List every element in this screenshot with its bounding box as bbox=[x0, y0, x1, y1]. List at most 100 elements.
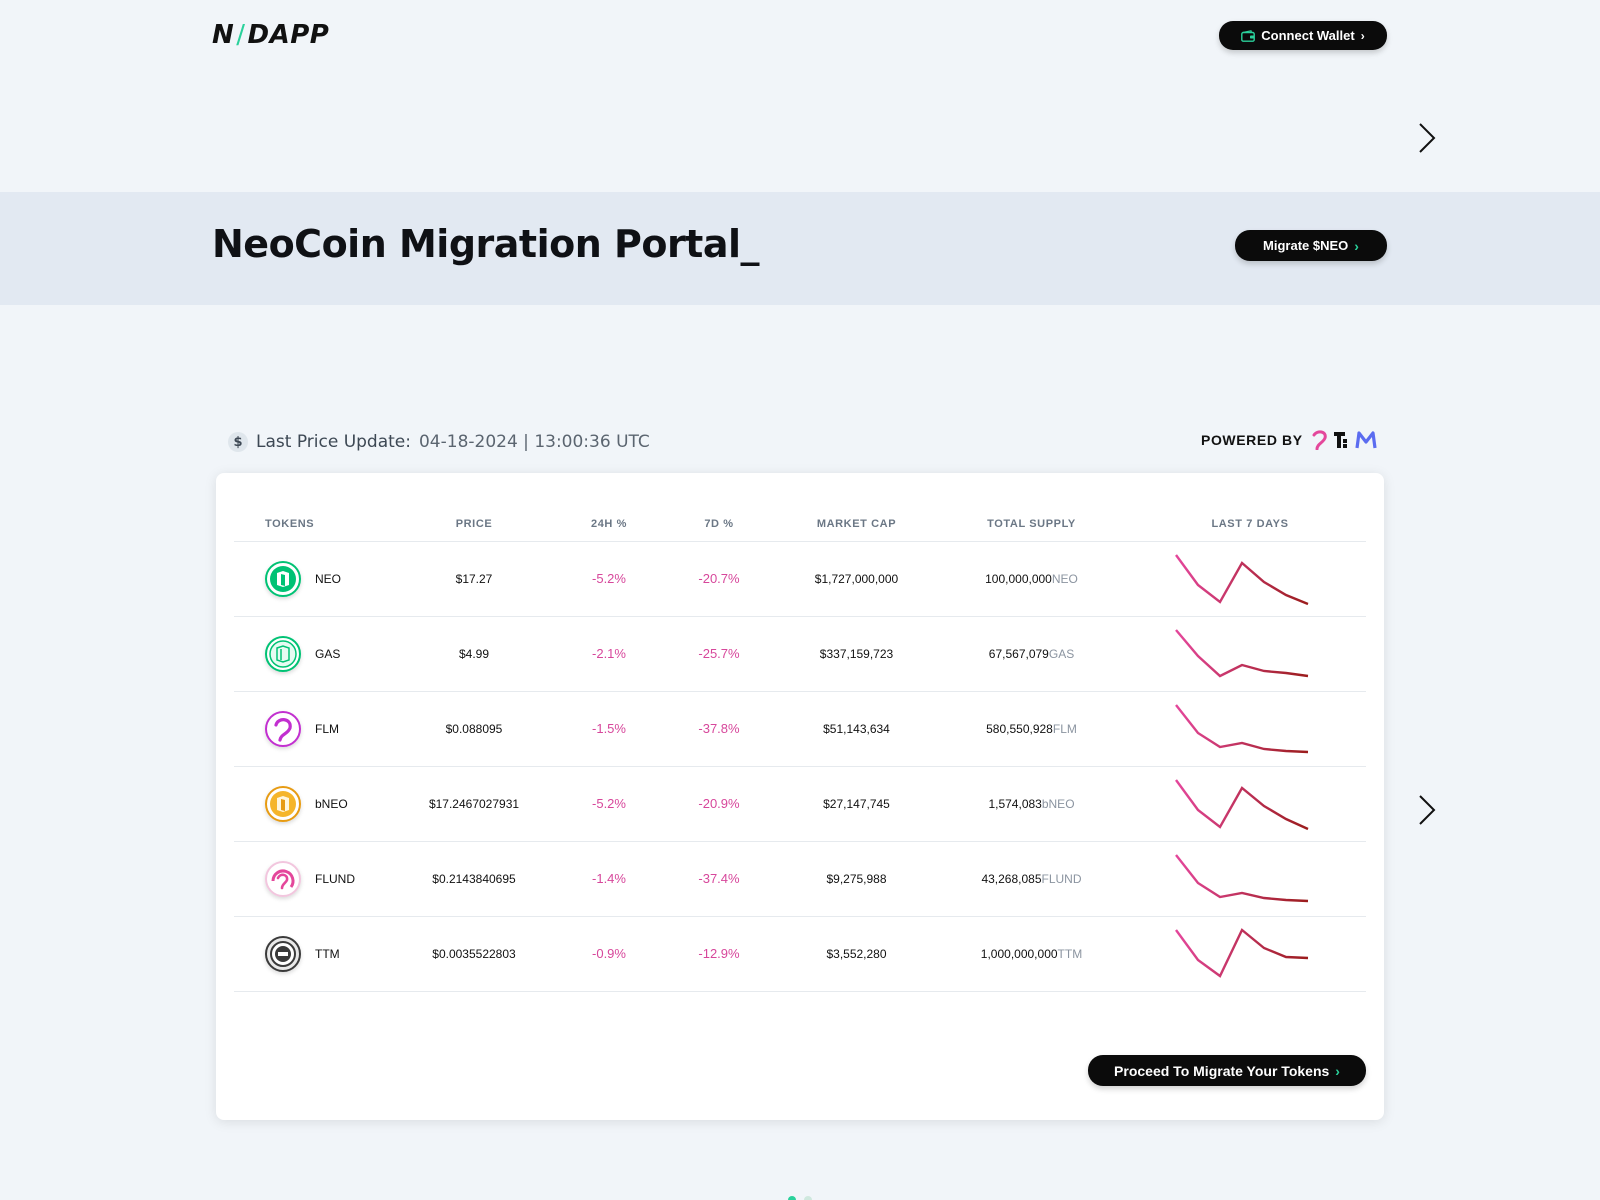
token-name: GAS bbox=[315, 646, 341, 661]
sparkline-chart bbox=[1175, 703, 1309, 753]
table-row[interactable]: bNEO $17.2467027931 -5.2% -20.9% $27,147… bbox=[234, 766, 1366, 842]
column-header-market-cap: MARKET CAP bbox=[784, 507, 929, 542]
sparkline-chart bbox=[1175, 853, 1309, 902]
change-7d: -37.8% bbox=[654, 691, 784, 767]
sparkline-cell bbox=[1134, 616, 1366, 692]
table-row[interactable]: NEO $17.27 -5.2% -20.7% $1,727,000,000 1… bbox=[234, 541, 1366, 617]
sparkline-chart bbox=[1175, 628, 1309, 677]
supply-value: 43,268,085 bbox=[981, 871, 1042, 886]
m-logo-icon bbox=[1355, 431, 1377, 449]
page-title: NeoCoin Migration Portal_ bbox=[212, 222, 760, 266]
last-price-update: $ Last Price Update: 04-18-2024 | 13:00:… bbox=[228, 432, 650, 452]
total-supply: 67,567,079GAS bbox=[929, 616, 1134, 692]
sparkline-cell bbox=[1134, 691, 1366, 767]
market-cap: $51,143,634 bbox=[784, 691, 929, 767]
market-cap: $337,159,723 bbox=[784, 616, 929, 692]
logo-left: N bbox=[212, 20, 235, 50]
column-header-24h: 24H % bbox=[564, 507, 654, 542]
bneo-icon bbox=[265, 785, 301, 822]
neo-icon bbox=[265, 560, 301, 597]
hero-banner: NeoCoin Migration Portal_ Migrate $NEO › bbox=[0, 192, 1600, 305]
change-7d: -12.9% bbox=[654, 916, 784, 992]
table-row[interactable]: FLUND $0.2143840695 -1.4% -37.4% $9,275,… bbox=[234, 841, 1366, 917]
powered-by: POWERED BY bbox=[1201, 430, 1377, 450]
market-cap: $1,727,000,000 bbox=[784, 541, 929, 617]
token-price: $0.088095 bbox=[384, 691, 564, 767]
logo-right: DAPP bbox=[247, 20, 330, 50]
ttm-icon bbox=[265, 935, 301, 972]
supply-unit: bNEO bbox=[1041, 796, 1075, 811]
total-supply: 1,000,000,000TTM bbox=[929, 916, 1134, 992]
sparkline-cell bbox=[1134, 916, 1366, 992]
price-update-label: Last Price Update: bbox=[256, 432, 411, 452]
token-name: FLUND bbox=[315, 871, 356, 886]
carousel-dot-active[interactable] bbox=[788, 1196, 796, 1200]
change-7d: -20.7% bbox=[654, 541, 784, 617]
next-arrow-icon[interactable] bbox=[1414, 118, 1442, 158]
token-name: TTM bbox=[315, 946, 340, 961]
dollar-icon: $ bbox=[228, 432, 248, 452]
market-cap: $27,147,745 bbox=[784, 766, 929, 842]
column-header-price: PRICE bbox=[384, 507, 564, 542]
sparkline-cell bbox=[1134, 541, 1366, 617]
proceed-to-migrate-button[interactable]: Proceed To Migrate Your Tokens › bbox=[1088, 1055, 1366, 1086]
change-24h: -0.9% bbox=[564, 916, 654, 992]
supply-unit: GAS bbox=[1048, 646, 1075, 661]
partner-logos bbox=[1311, 430, 1377, 450]
carousel-dots bbox=[788, 1196, 812, 1200]
flamingo-logo-icon bbox=[1312, 430, 1327, 450]
total-supply: 1,574,083bNEO bbox=[929, 766, 1134, 842]
change-24h: -5.2% bbox=[564, 541, 654, 617]
connect-wallet-button[interactable]: Connect Wallet › bbox=[1219, 21, 1387, 50]
migrate-neo-label: Migrate $NEO bbox=[1263, 238, 1349, 253]
token-name: bNEO bbox=[315, 796, 348, 811]
supply-unit: NEO bbox=[1051, 571, 1078, 586]
sparkline-chart bbox=[1175, 927, 1309, 978]
supply-value: 100,000,000 bbox=[985, 571, 1052, 586]
token-name: NEO bbox=[315, 571, 342, 586]
token-table: TOKENS PRICE 24H % 7D % MARKET CAP TOTAL… bbox=[234, 507, 1366, 992]
supply-unit: TTM bbox=[1057, 946, 1083, 961]
table-row[interactable]: TTM $0.0035522803 -0.9% -12.9% $3,552,28… bbox=[234, 916, 1366, 992]
supply-value: 1,574,083 bbox=[988, 796, 1042, 811]
wallet-icon bbox=[1241, 29, 1256, 42]
flund-icon bbox=[265, 860, 301, 897]
logo[interactable]: N / DAPP bbox=[212, 20, 329, 50]
chevron-right-icon: › bbox=[1360, 28, 1365, 43]
table-row[interactable]: GAS $4.99 -2.1% -25.7% $337,159,723 67,5… bbox=[234, 616, 1366, 692]
logo-slash: / bbox=[236, 20, 246, 50]
gas-icon bbox=[265, 635, 301, 672]
carousel-dot[interactable] bbox=[804, 1196, 812, 1200]
sparkline-chart bbox=[1175, 553, 1309, 605]
proceed-label: Proceed To Migrate Your Tokens bbox=[1114, 1062, 1330, 1079]
table-row[interactable]: FLM $0.088095 -1.5% -37.8% $51,143,634 5… bbox=[234, 691, 1366, 767]
header: N / DAPP Connect Wallet › bbox=[0, 0, 1600, 72]
change-7d: -37.4% bbox=[654, 841, 784, 917]
powered-by-label: POWERED BY bbox=[1201, 432, 1303, 448]
token-name: FLM bbox=[315, 721, 339, 736]
chevron-right-icon: › bbox=[1354, 237, 1359, 254]
change-24h: -1.4% bbox=[564, 841, 654, 917]
supply-value: 1,000,000,000 bbox=[980, 946, 1058, 961]
table-header-row: TOKENS PRICE 24H % 7D % MARKET CAP TOTAL… bbox=[234, 507, 1366, 542]
ttm-logo-icon bbox=[1333, 432, 1347, 448]
token-price: $0.0035522803 bbox=[384, 916, 564, 992]
flm-icon bbox=[265, 710, 301, 747]
next-arrow-icon[interactable] bbox=[1414, 790, 1442, 830]
token-price: $0.2143840695 bbox=[384, 841, 564, 917]
column-header-total-supply: TOTAL SUPPLY bbox=[929, 507, 1134, 542]
price-update-value: 04-18-2024 | 13:00:36 UTC bbox=[418, 432, 650, 452]
supply-unit: FLUND bbox=[1041, 871, 1082, 886]
total-supply: 580,550,928FLM bbox=[929, 691, 1134, 767]
token-price: $4.99 bbox=[384, 616, 564, 692]
connect-wallet-label: Connect Wallet bbox=[1261, 28, 1355, 43]
token-price: $17.2467027931 bbox=[384, 766, 564, 842]
total-supply: 100,000,000NEO bbox=[929, 541, 1134, 617]
chevron-right-icon: › bbox=[1335, 1062, 1340, 1079]
supply-unit: FLM bbox=[1052, 721, 1077, 736]
migrate-neo-button[interactable]: Migrate $NEO › bbox=[1235, 230, 1387, 261]
column-header-tokens: TOKENS bbox=[234, 507, 384, 542]
market-cap: $9,275,988 bbox=[784, 841, 929, 917]
total-supply: 43,268,085FLUND bbox=[929, 841, 1134, 917]
sparkline-cell bbox=[1134, 841, 1366, 917]
